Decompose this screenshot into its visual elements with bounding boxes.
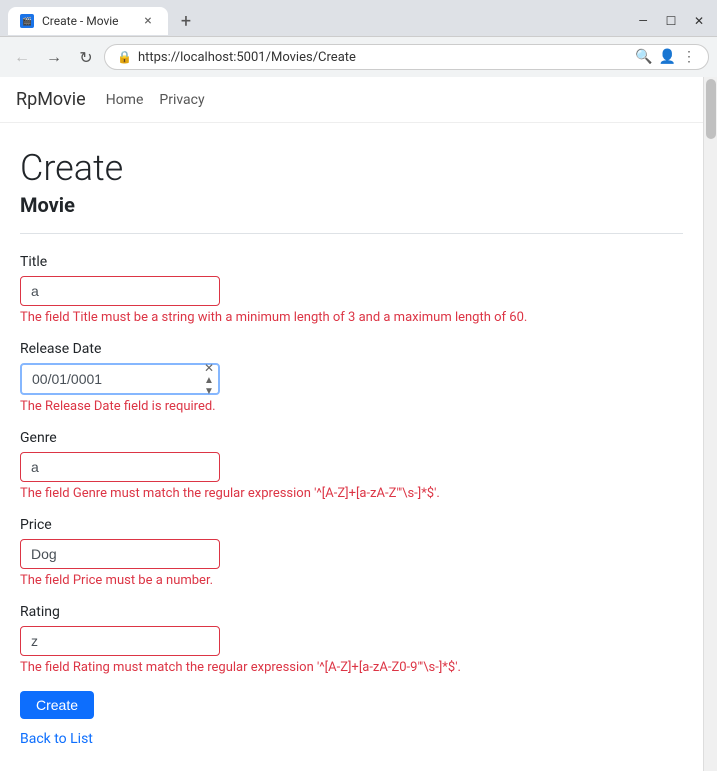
date-spin-up[interactable]: ▲	[204, 375, 214, 386]
nav-link-home[interactable]: Home	[106, 92, 144, 108]
date-input-controls: ✕ ▲ ▼	[204, 361, 214, 397]
price-validation-error: The field Price must be a number.	[20, 573, 683, 588]
title-validation-error: The field Title must be a string with a …	[20, 310, 683, 325]
date-spin-down[interactable]: ▼	[204, 386, 214, 397]
date-spin-buttons[interactable]: ▲ ▼	[204, 375, 214, 397]
genre-validation-error: The field Genre must match the regular e…	[20, 486, 683, 501]
scrollbar-thumb[interactable]	[706, 79, 716, 139]
site-navigation: RpMovie Home Privacy	[0, 77, 703, 123]
menu-icon[interactable]: ⋮	[682, 49, 696, 65]
release-date-label: Release Date	[20, 341, 683, 357]
forward-button[interactable]: →	[40, 43, 68, 71]
genre-input[interactable]	[20, 452, 220, 482]
tab-strip: 🎬 Create - Movie × +	[8, 7, 200, 35]
create-button[interactable]: Create	[20, 691, 94, 719]
create-movie-form: Title The field Title must be a string w…	[20, 254, 683, 747]
tab-close-button[interactable]: ×	[140, 13, 156, 29]
genre-field-group: Genre The field Genre must match the reg…	[20, 430, 683, 501]
price-input[interactable]	[20, 539, 220, 569]
tab-title: Create - Movie	[42, 14, 132, 28]
address-bar-actions: 🔍 👤 ⋮	[635, 49, 696, 65]
page-content: RpMovie Home Privacy Create Movie Title …	[0, 77, 703, 771]
divider	[20, 233, 683, 234]
reload-button[interactable]: ↻	[72, 43, 100, 71]
release-date-field-group: Release Date ✕ ▲ ▼ The Release	[20, 341, 683, 414]
navigation-bar: ← → ↻ 🔒 https://localhost:5001/Movies/Cr…	[0, 36, 717, 77]
back-button[interactable]: ←	[8, 43, 36, 71]
page-subtitle: Movie	[20, 193, 683, 217]
page-title: Create	[20, 147, 683, 189]
lock-icon: 🔒	[117, 50, 132, 64]
rating-validation-error: The field Rating must match the regular …	[20, 660, 683, 675]
date-clear-button[interactable]: ✕	[204, 361, 214, 375]
price-label: Price	[20, 517, 683, 533]
title-label: Title	[20, 254, 683, 270]
search-icon[interactable]: 🔍	[635, 49, 652, 65]
release-date-input[interactable]	[20, 363, 220, 395]
date-input-wrapper: ✕ ▲ ▼	[20, 363, 220, 395]
maximize-button[interactable]: ☐	[661, 11, 681, 31]
site-brand-link[interactable]: RpMovie	[16, 89, 86, 110]
nav-link-privacy[interactable]: Privacy	[159, 92, 204, 108]
minimize-button[interactable]: —	[633, 11, 653, 31]
profile-icon[interactable]: 👤	[659, 49, 676, 65]
address-text: https://localhost:5001/Movies/Create	[138, 50, 629, 65]
address-bar[interactable]: 🔒 https://localhost:5001/Movies/Create 🔍…	[104, 44, 709, 70]
tab-favicon: 🎬	[20, 14, 34, 28]
title-input[interactable]	[20, 276, 220, 306]
rating-label: Rating	[20, 604, 683, 620]
price-field-group: Price The field Price must be a number.	[20, 517, 683, 588]
browser-window: 🎬 Create - Movie × + — ☐ ✕ ← → ↻ 🔒 https…	[0, 0, 717, 771]
page-wrapper: RpMovie Home Privacy Create Movie Title …	[0, 77, 717, 771]
title-field-group: Title The field Title must be a string w…	[20, 254, 683, 325]
form-actions: Create	[20, 691, 683, 719]
release-date-validation-error: The Release Date field is required.	[20, 399, 683, 414]
title-bar: 🎬 Create - Movie × + — ☐ ✕	[0, 0, 717, 36]
active-tab[interactable]: 🎬 Create - Movie ×	[8, 7, 168, 35]
close-window-button[interactable]: ✕	[689, 11, 709, 31]
scrollbar[interactable]	[703, 77, 717, 771]
window-controls: — ☐ ✕	[633, 11, 709, 31]
rating-field-group: Rating The field Rating must match the r…	[20, 604, 683, 675]
back-to-list-link[interactable]: Back to List	[20, 731, 683, 747]
nav-links: Home Privacy	[106, 92, 205, 108]
genre-label: Genre	[20, 430, 683, 446]
new-tab-button[interactable]: +	[172, 7, 200, 35]
main-content: Create Movie Title The field Title must …	[0, 123, 703, 771]
rating-input[interactable]	[20, 626, 220, 656]
